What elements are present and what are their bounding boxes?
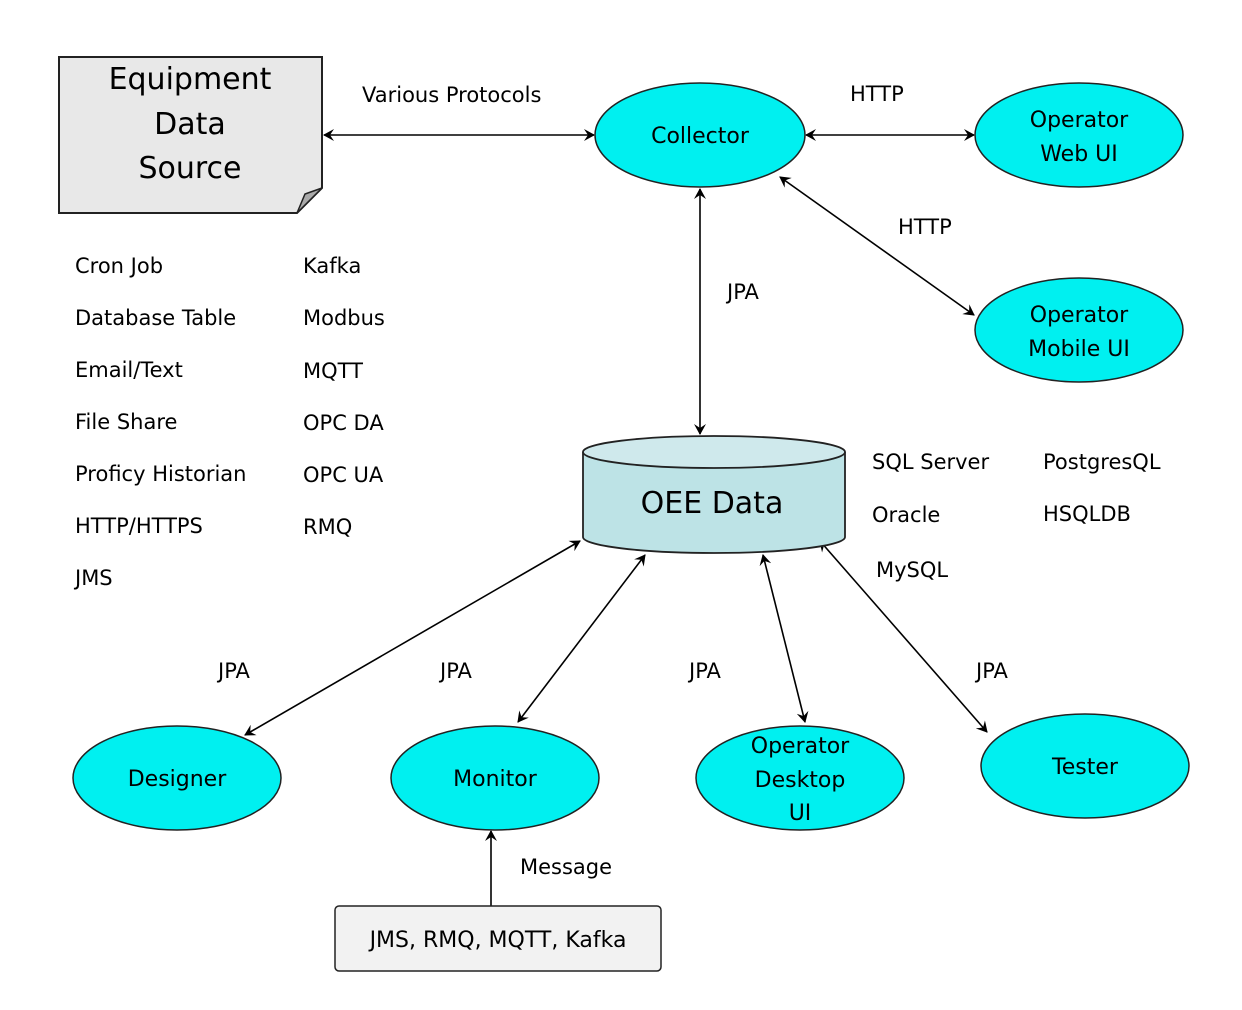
collector-node: Collector: [594, 82, 806, 188]
label-jpa-monitor: JPA: [438, 659, 473, 683]
database-item: SQL Server: [872, 450, 989, 474]
database-item: HSQLDB: [1043, 502, 1131, 526]
protocol-list-col2: Kafka Modbus MQTT OPC DA OPC UA RMQ: [303, 254, 385, 539]
protocol-item: OPC DA: [303, 411, 384, 435]
monitor-label: Monitor: [453, 767, 538, 792]
protocol-item: Database Table: [75, 306, 236, 330]
message-box-label: JMS, RMQ, MQTT, Kafka: [368, 928, 627, 953]
protocol-item: Email/Text: [75, 358, 183, 382]
tester-label: Tester: [1051, 755, 1119, 780]
arrow-db-desktop: [759, 554, 809, 723]
operator-desktop-ui-node: Operator Desktop UI: [695, 725, 905, 831]
label-jpa-designer: JPA: [216, 659, 251, 683]
message-broker-box: JMS, RMQ, MQTT, Kafka: [334, 905, 662, 972]
arrow-db-monitor: [517, 554, 646, 723]
label-jpa-desktop: JPA: [687, 659, 722, 683]
database-list: SQL Server Oracle MySQL PostgresQL HSQLD…: [872, 450, 1161, 582]
database-label: OEE Data: [641, 486, 784, 521]
label-message: Message: [520, 855, 612, 879]
protocol-item: Kafka: [303, 254, 361, 278]
protocol-item: Cron Job: [75, 254, 163, 278]
operator-desktop-line-1: Operator: [751, 734, 850, 759]
oee-database: OEE Data: [582, 435, 846, 554]
source-line-3: Source: [138, 151, 241, 186]
protocol-item: HTTP/HTTPS: [75, 514, 203, 538]
architecture-diagram: Equipment Data Source Collector Operator…: [58, 56, 1190, 972]
operator-desktop-line-2: Desktop: [755, 768, 846, 793]
source-line-2: Data: [154, 107, 226, 142]
protocol-item: JMS: [73, 566, 113, 590]
protocol-item: Modbus: [303, 306, 385, 330]
operator-web-ui-node: Operator Web UI: [974, 82, 1184, 188]
operator-desktop-line-3: UI: [789, 801, 812, 826]
operator-web-line-1: Operator: [1030, 108, 1129, 133]
database-item: Oracle: [872, 503, 940, 527]
label-http-mobile: HTTP: [898, 215, 952, 239]
protocol-item: Proficy Historian: [75, 462, 247, 486]
protocol-item: OPC UA: [303, 463, 384, 487]
monitor-node: Monitor: [390, 725, 600, 831]
source-line-1: Equipment: [109, 62, 272, 97]
operator-mobile-line-2: Mobile UI: [1028, 337, 1130, 362]
label-various-protocols: Various Protocols: [362, 83, 541, 107]
database-item: PostgresQL: [1043, 450, 1161, 474]
designer-label: Designer: [128, 767, 227, 792]
collector-label: Collector: [651, 124, 750, 149]
protocol-list-col1: Cron Job Database Table Email/Text File …: [73, 254, 247, 590]
protocol-item: RMQ: [303, 515, 352, 539]
operator-mobile-line-1: Operator: [1030, 303, 1129, 328]
label-jpa-tester: JPA: [974, 659, 1009, 683]
protocol-item: MQTT: [303, 359, 363, 383]
database-item: MySQL: [876, 558, 948, 582]
operator-mobile-ui-node: Operator Mobile UI: [974, 277, 1184, 383]
operator-web-line-2: Web UI: [1040, 142, 1118, 167]
equipment-data-source: Equipment Data Source: [58, 56, 323, 214]
label-jpa-collector: JPA: [725, 280, 760, 304]
protocol-item: File Share: [75, 410, 177, 434]
arrow-collector-mobile: [779, 176, 975, 316]
label-http-web: HTTP: [850, 82, 904, 106]
tester-node: Tester: [980, 713, 1190, 819]
designer-node: Designer: [72, 725, 282, 831]
